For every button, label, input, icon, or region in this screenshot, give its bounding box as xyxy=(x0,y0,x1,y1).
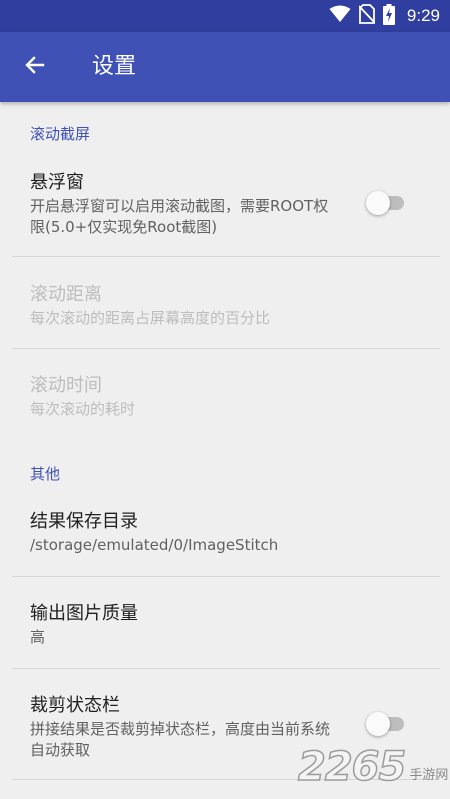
battery-charging-icon xyxy=(382,3,395,29)
switch-thumb xyxy=(366,712,390,736)
pref-summary: 拼接结果是否裁剪掉状态栏，高度由当前系统自动获取 xyxy=(30,720,331,759)
status-time: 9:29 xyxy=(406,6,440,25)
pref-title: 滚动时间 xyxy=(30,375,102,396)
pref-summary: /storage/emulated/0/ImageStitch xyxy=(30,536,279,554)
status-bar: 9:29 xyxy=(0,0,450,32)
section-header-other: 其他 xyxy=(30,465,61,483)
watermark-text: 手游网 xyxy=(409,767,449,783)
pref-summary: 开启悬浮窗可以启用滚动截图，需要ROOT权限(5.0+仅实现免Root截图) xyxy=(30,197,329,236)
pref-floating-window[interactable]: 悬浮窗 开启悬浮窗可以启用滚动截图，需要ROOT权限(5.0+仅实现免Root截… xyxy=(0,154,450,256)
no-sim-icon xyxy=(358,4,376,28)
pref-output-quality[interactable]: 输出图片质量 高 xyxy=(0,577,450,668)
app-bar: 设置 xyxy=(0,32,450,102)
back-button[interactable] xyxy=(16,48,54,86)
floating-window-switch[interactable] xyxy=(366,191,406,215)
wifi-icon xyxy=(329,5,351,27)
pref-title: 裁剪状态栏 xyxy=(30,695,120,716)
pref-title: 结果保存目录 xyxy=(30,511,138,532)
pref-summary: 每次滚动的距离占屏幕高度的百分比 xyxy=(30,309,271,327)
section-header-scroll-screenshot: 滚动截屏 xyxy=(30,125,91,143)
pref-summary: 高 xyxy=(30,628,46,646)
page-title: 设置 xyxy=(92,54,137,79)
crop-status-bar-switch[interactable] xyxy=(366,712,406,736)
switch-thumb xyxy=(366,191,390,215)
watermark-number: 2265 xyxy=(297,743,407,791)
watermark-logo: 2265 手游网 xyxy=(297,743,449,791)
pref-scroll-time: 滚动时间 每次滚动的耗时 xyxy=(0,349,450,429)
pref-summary: 每次滚动的耗时 xyxy=(30,400,136,418)
pref-title: 悬浮窗 xyxy=(30,172,84,193)
pref-title: 输出图片质量 xyxy=(30,603,138,624)
arrow-back-icon xyxy=(23,53,47,81)
pref-title: 滚动距离 xyxy=(30,284,102,305)
pref-scroll-distance: 滚动距离 每次滚动的距离占屏幕高度的百分比 xyxy=(0,257,450,348)
pref-save-directory[interactable]: 结果保存目录 /storage/emulated/0/ImageStitch xyxy=(0,494,450,576)
